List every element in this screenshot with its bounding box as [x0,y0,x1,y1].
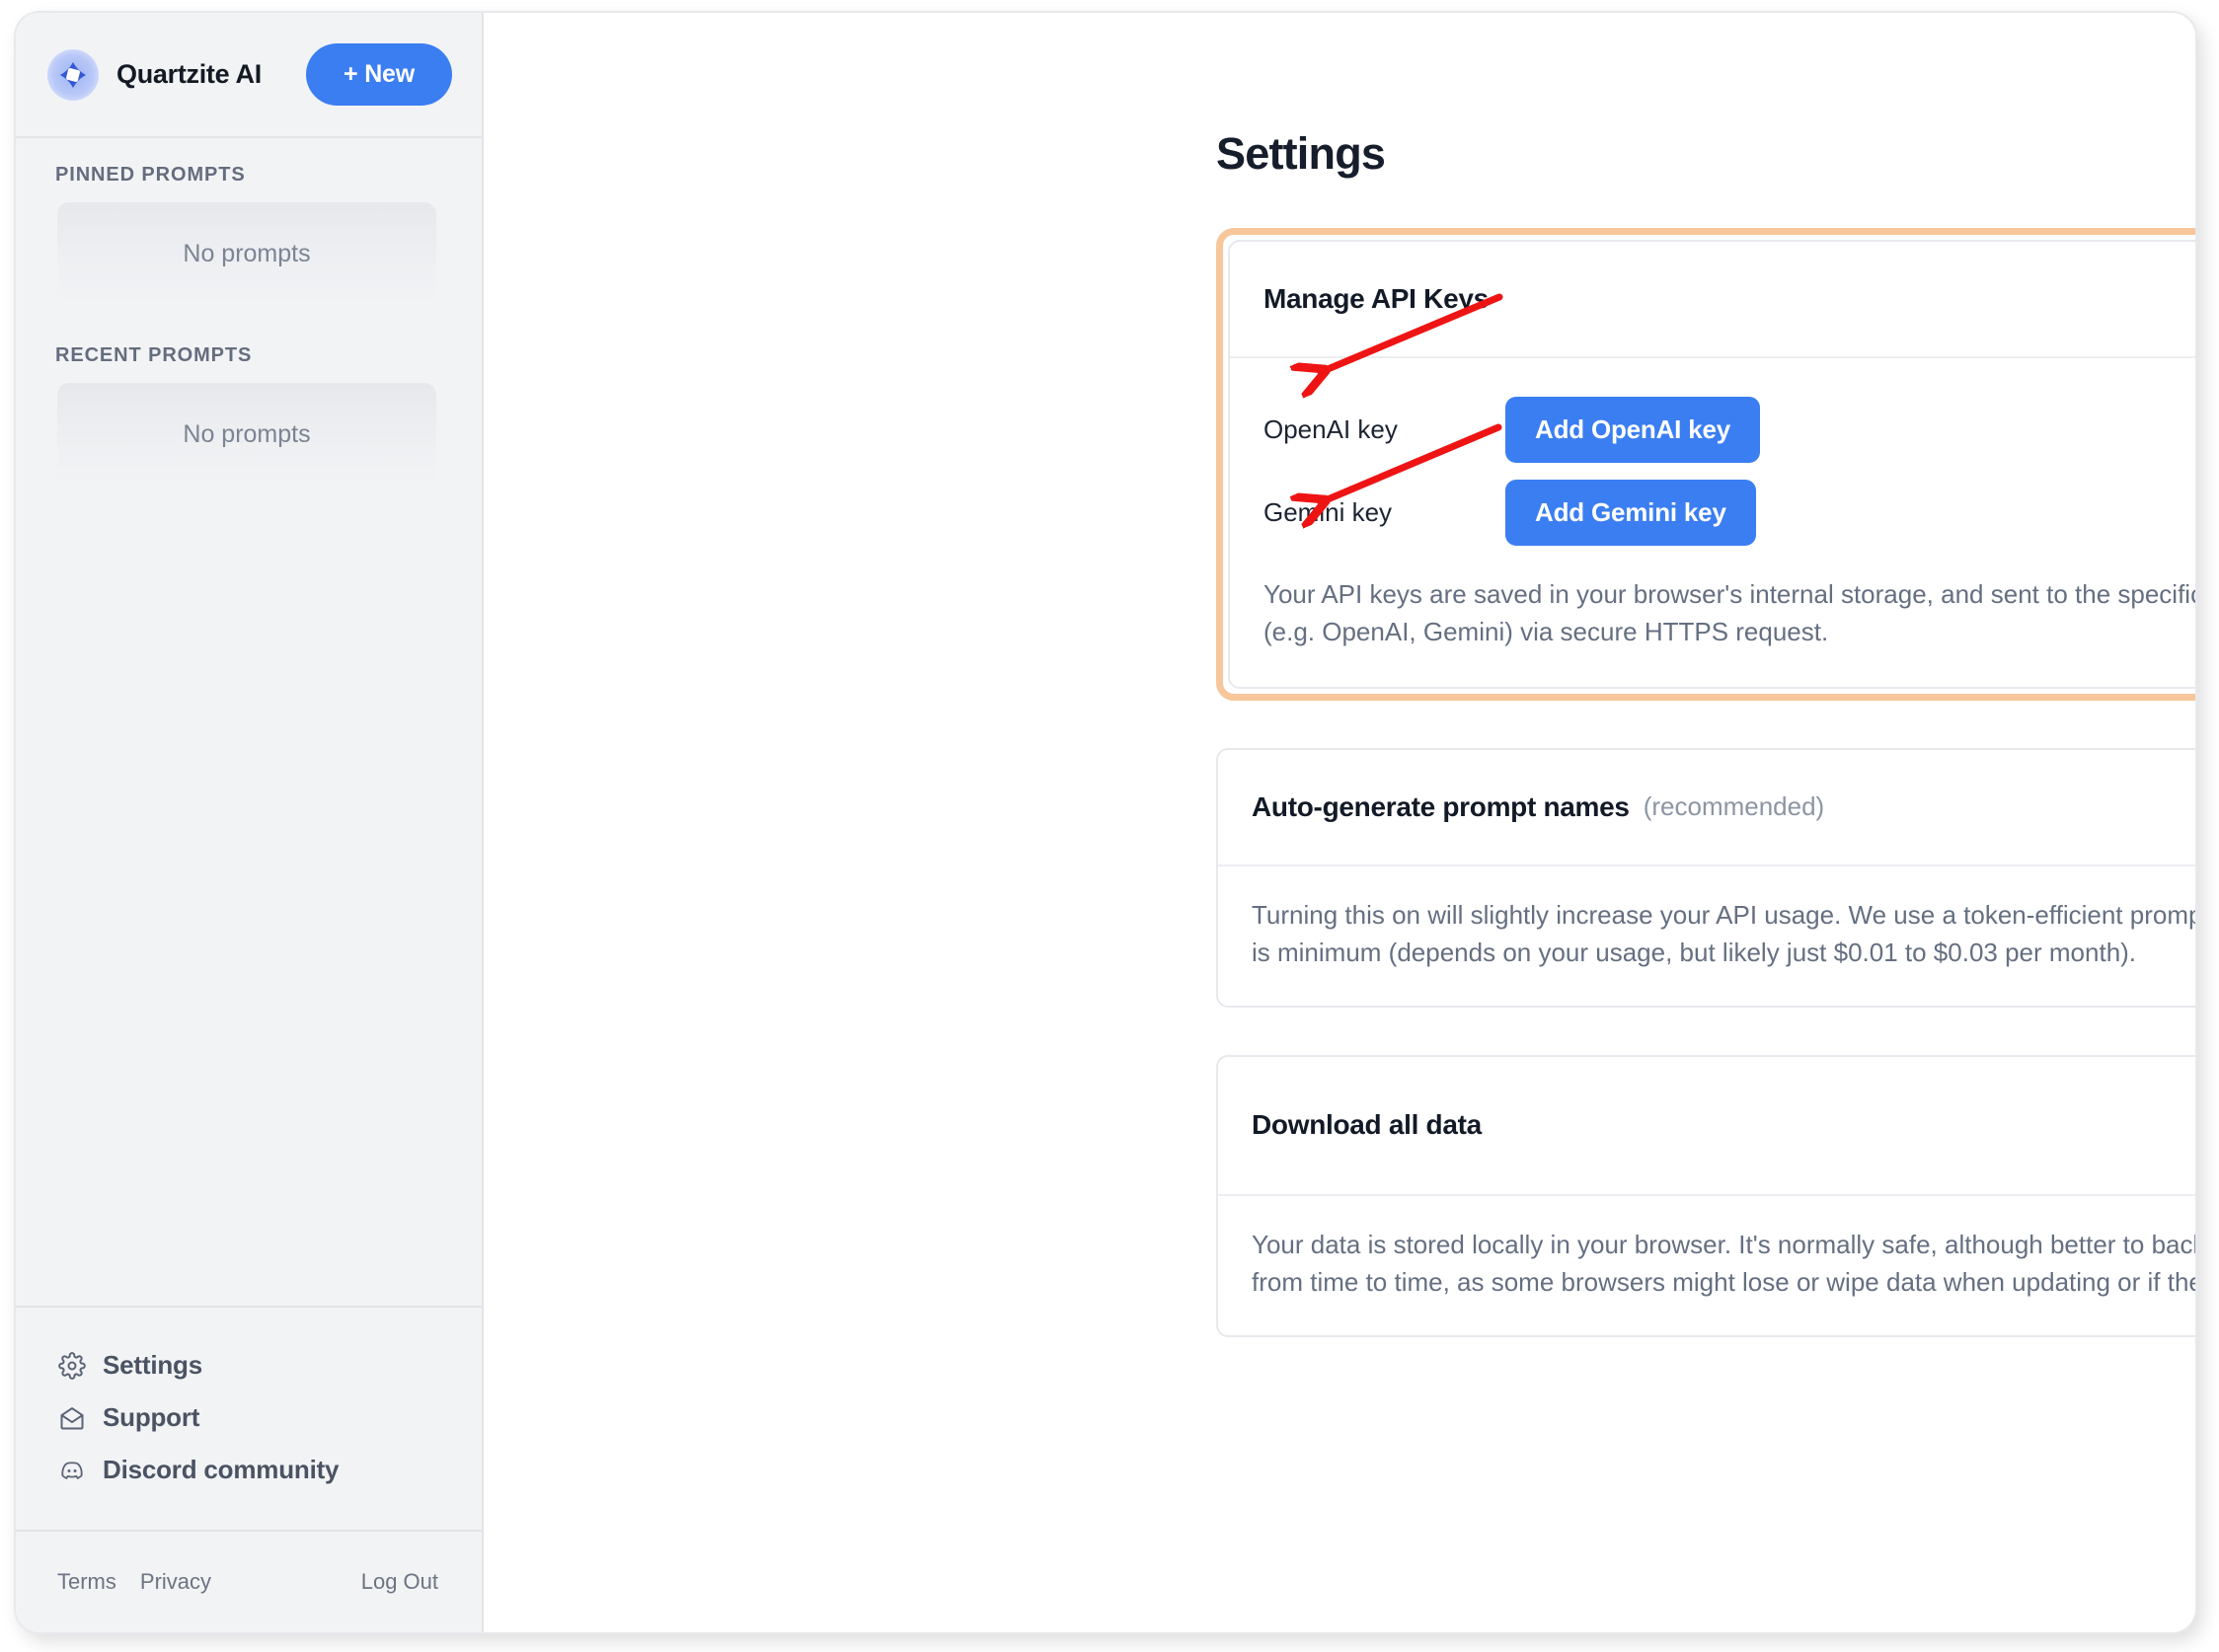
section-label-recent: RECENT PROMPTS [55,344,253,366]
new-prompt-button[interactable]: + New [306,43,452,106]
auto-generate-prompt-names-card: Auto-generate prompt names (recommended)… [1216,747,2195,1008]
gemini-key-label: Gemini key [1263,496,1393,527]
add-gemini-key-button[interactable]: Add Gemini key [1505,479,1756,546]
openai-key-label: OpenAI key [1263,413,1398,444]
pinned-prompts-empty-state: No prompts [57,202,436,305]
api-keys-note: Your API keys are saved in your browser'… [1263,579,2195,647]
auto-generate-subtitle: (recommended) [1643,791,1825,822]
manage-api-keys-body: OpenAI key Add OpenAI key Gemini key Add… [1230,358,2195,687]
brand[interactable]: Quartzite AI [47,48,306,101]
sidebar-item-settings[interactable]: Settings [16,1339,482,1391]
app-window: Quartzite AI + New PINNED PROMPTS No pro… [14,11,2197,1634]
quartzite-pinwheel-logo-icon [47,48,99,101]
terms-link[interactable]: Terms [57,1569,116,1595]
sidebar-prompt-sections: PINNED PROMPTS No prompts RECENT PROMPTS… [16,138,482,1306]
auto-generate-title: Auto-generate prompt names [1252,790,1630,822]
download-header: Download all data Download [1218,1057,2195,1196]
sidebar-item-support[interactable]: Support [16,1391,482,1444]
sidebar: Quartzite AI + New PINNED PROMPTS No pro… [16,13,484,1632]
add-openai-key-button[interactable]: Add OpenAI key [1505,396,1761,463]
openai-key-row: OpenAI key Add OpenAI key [1263,388,2195,471]
envelope-icon [57,1403,87,1433]
manage-api-keys-header: Manage API Keys [1230,242,2195,358]
recent-empty-text: No prompts [183,419,311,448]
sidebar-nav: Settings Support Discord community [16,1306,482,1530]
privacy-link[interactable]: Privacy [140,1569,211,1595]
brand-name: Quartzite AI [116,59,262,89]
auto-generate-header: Auto-generate prompt names (recommended)… [1218,750,2195,866]
download-body: Your data is stored locally in your brow… [1252,1229,2195,1298]
settings-cards: Manage API Keys OpenAI key Add OpenAI ke… [1216,228,2195,1337]
manage-api-keys-highlight: Manage API Keys OpenAI key Add OpenAI ke… [1216,228,2195,701]
pinned-empty-text: No prompts [183,239,311,267]
discord-icon [57,1456,87,1485]
sidebar-item-label-support: Support [103,1402,200,1432]
page-title: Settings [1216,128,1386,179]
download-all-data-card: Download all data Download Your data is … [1216,1054,2195,1337]
gear-icon [57,1351,87,1381]
recent-prompts-empty-state: No prompts [57,383,436,486]
sidebar-item-label-settings: Settings [103,1350,202,1380]
sidebar-footer: Terms Privacy Log Out [16,1530,482,1632]
sidebar-item-discord[interactable]: Discord community [16,1444,482,1496]
sidebar-item-label-discord: Discord community [103,1455,340,1484]
auto-generate-body: Turning this on will slightly increase y… [1252,899,2195,968]
gemini-key-row: Gemini key Add Gemini key [1263,471,2195,554]
main-content: Settings Manage API Keys OpenAI key Add … [484,13,2195,1632]
section-label-pinned: PINNED PROMPTS [55,164,246,186]
download-title: Download all data [1252,1109,1482,1141]
logout-link[interactable]: Log Out [361,1569,438,1594]
sidebar-header: Quartzite AI + New [16,13,482,138]
manage-api-keys-card: Manage API Keys OpenAI key Add OpenAI ke… [1228,240,2195,689]
manage-api-keys-title: Manage API Keys [1263,283,1489,314]
